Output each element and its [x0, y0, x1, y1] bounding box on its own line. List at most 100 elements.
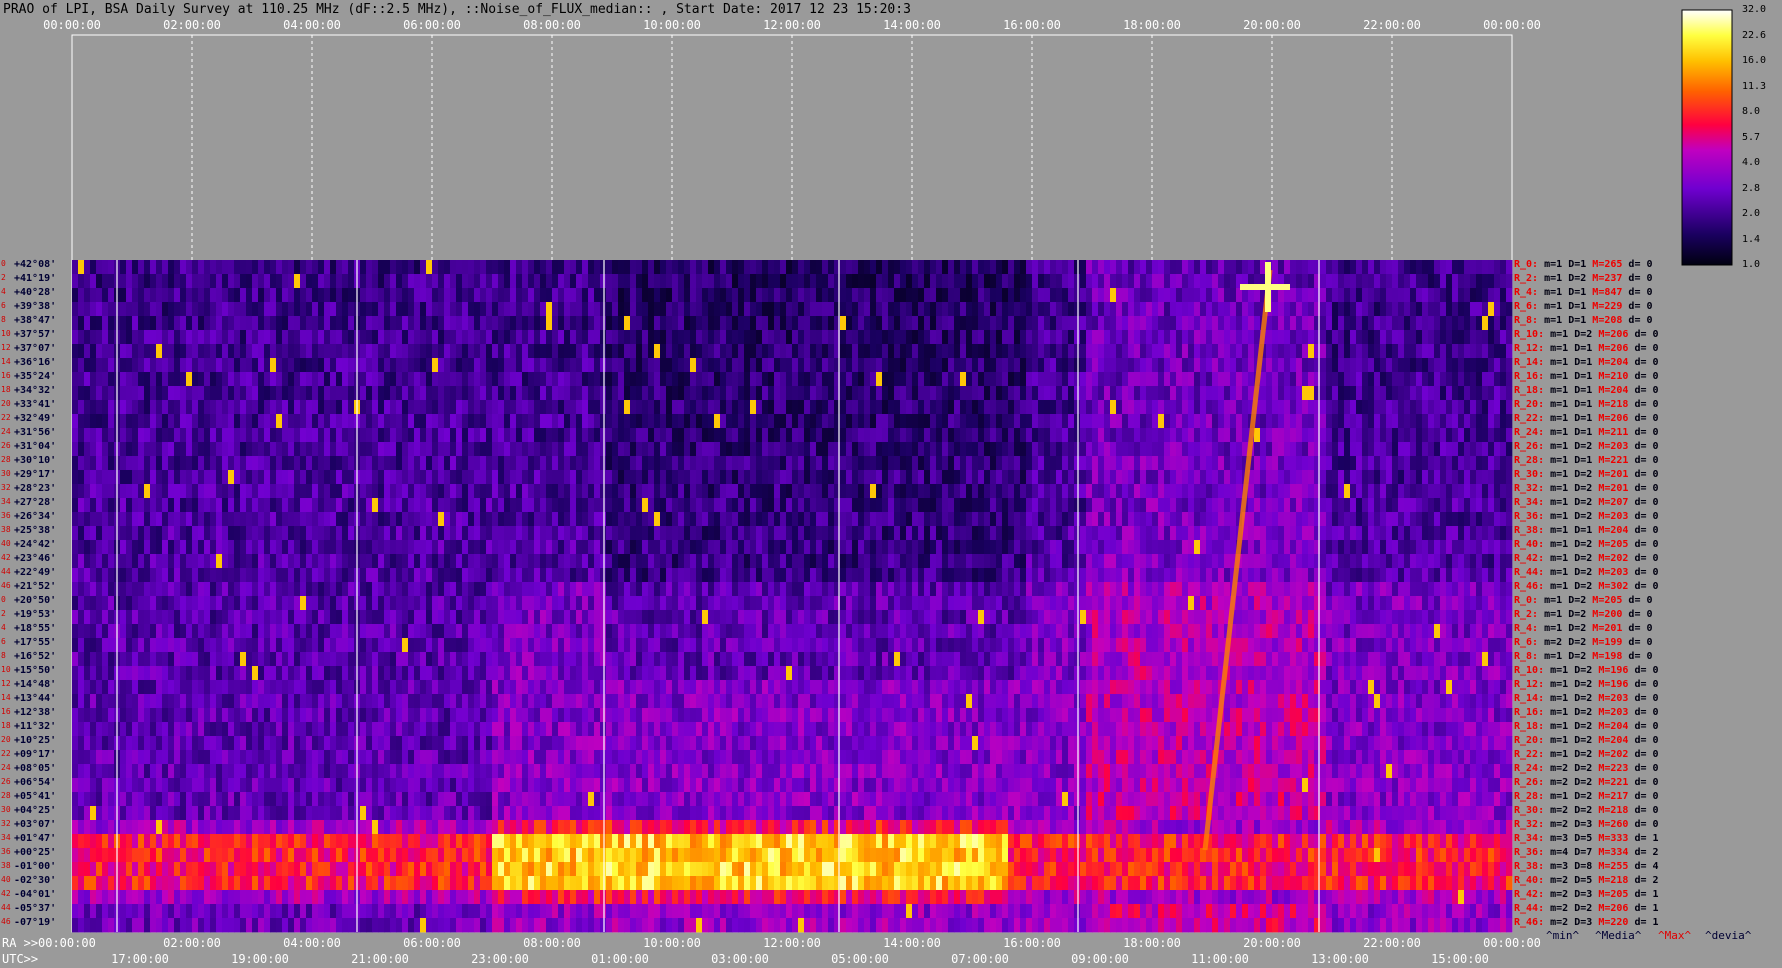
heatmap-cell	[558, 414, 565, 429]
heatmap-cell	[1152, 456, 1159, 471]
heatmap-cell	[954, 302, 961, 317]
heatmap-cell	[810, 274, 817, 289]
heatmap-cell	[1254, 302, 1261, 317]
heatmap-cell	[522, 484, 529, 499]
heatmap-cell	[822, 428, 829, 443]
heatmap-cell	[138, 526, 145, 541]
heatmap-cell	[864, 274, 871, 289]
heatmap-cell	[378, 442, 385, 457]
heatmap-cell	[654, 260, 661, 275]
heatmap-cell	[240, 260, 247, 275]
heatmap-cell	[1326, 400, 1333, 415]
heatmap-cell	[558, 456, 565, 471]
heatmap-cell	[270, 386, 277, 401]
heatmap-cell	[1464, 330, 1471, 345]
heatmap-cell	[462, 358, 469, 373]
heatmap-cell	[534, 484, 541, 499]
heatmap-cell	[390, 512, 397, 527]
heatmap-cell	[702, 372, 709, 387]
heatmap-cell	[84, 414, 91, 429]
heatmap-cell	[696, 428, 703, 443]
heatmap-cell	[1344, 456, 1351, 471]
heatmap-cell	[816, 400, 823, 415]
heatmap-cell	[474, 498, 481, 513]
heatmap-cell	[948, 498, 955, 513]
heatmap-cell	[174, 526, 181, 541]
heatmap-cell	[1392, 344, 1399, 359]
heatmap-cell	[144, 274, 151, 289]
heatmap-cell	[438, 456, 445, 471]
heatmap-cell	[1212, 316, 1219, 331]
heatmap-cell	[840, 316, 847, 331]
heatmap-cell	[1206, 372, 1213, 387]
heatmap-cell	[420, 400, 427, 415]
heatmap-cell	[138, 414, 145, 429]
heatmap-cell	[492, 400, 499, 415]
heatmap-cell	[1326, 386, 1333, 401]
heatmap-cell	[1422, 512, 1429, 527]
heatmap-cell	[456, 400, 463, 415]
heatmap-cell	[522, 498, 529, 513]
heatmap-cell	[1350, 344, 1357, 359]
heatmap-cell	[666, 274, 673, 289]
heatmap-cell	[900, 526, 907, 541]
heatmap-cell	[300, 442, 307, 457]
heatmap-cell	[78, 470, 85, 485]
heatmap-cell	[1002, 470, 1009, 485]
heatmap-cell	[1062, 428, 1069, 443]
heatmap-cell	[1392, 414, 1399, 429]
heatmap-cell	[708, 316, 715, 331]
heatmap-cell	[1386, 414, 1393, 429]
heatmap-cell	[1386, 512, 1393, 527]
heatmap-cell	[234, 428, 241, 443]
heatmap-cell	[240, 456, 247, 471]
heatmap-cell	[540, 330, 547, 345]
heatmap-cell	[258, 540, 265, 555]
heatmap-cell	[132, 442, 139, 457]
heatmap-cell	[360, 316, 367, 331]
heatmap-cell	[636, 288, 643, 303]
heatmap-cell	[1224, 512, 1231, 527]
heatmap-cell	[486, 428, 493, 443]
heatmap-cell	[1266, 484, 1273, 499]
heatmap-cell	[1146, 428, 1153, 443]
heatmap-cell	[870, 512, 877, 527]
heatmap-cell	[1050, 484, 1057, 499]
heatmap-cell	[840, 442, 847, 457]
heatmap-cell	[576, 358, 583, 373]
heatmap-cell	[618, 260, 625, 275]
heatmap-cell	[90, 372, 97, 387]
heatmap-cell	[882, 498, 889, 513]
heatmap-cell	[492, 526, 499, 541]
heatmap-cell	[1224, 484, 1231, 499]
heatmap-cell	[1134, 442, 1141, 457]
heatmap-cell	[1452, 274, 1459, 289]
heatmap-cell	[330, 344, 337, 359]
heatmap-cell	[864, 512, 871, 527]
heatmap-cell	[660, 428, 667, 443]
heatmap-cell	[1344, 330, 1351, 345]
heatmap-cell	[450, 470, 457, 485]
heatmap-cell	[78, 288, 85, 303]
heatmap-cell	[1158, 428, 1165, 443]
heatmap-cell	[942, 428, 949, 443]
heatmap-cell	[1296, 358, 1303, 373]
heatmap-cell	[300, 512, 307, 527]
heatmap-cell	[648, 372, 655, 387]
heatmap-cell	[1488, 512, 1495, 527]
heatmap-cell	[672, 414, 679, 429]
heatmap-cell	[1080, 470, 1087, 485]
heatmap-cell	[1074, 344, 1081, 359]
heatmap-cell	[858, 288, 865, 303]
heatmap-cell	[930, 358, 937, 373]
heatmap-cell	[1410, 302, 1417, 317]
heatmap-cell	[1026, 358, 1033, 373]
heatmap-cell	[1470, 316, 1477, 331]
heatmap-cell	[1242, 372, 1249, 387]
heatmap-cell	[816, 358, 823, 373]
heatmap-cell	[480, 512, 487, 527]
heatmap-cell	[264, 428, 271, 443]
heatmap-cell	[1002, 498, 1009, 513]
heatmap-cell	[1038, 428, 1045, 443]
heatmap-cell	[672, 260, 679, 275]
